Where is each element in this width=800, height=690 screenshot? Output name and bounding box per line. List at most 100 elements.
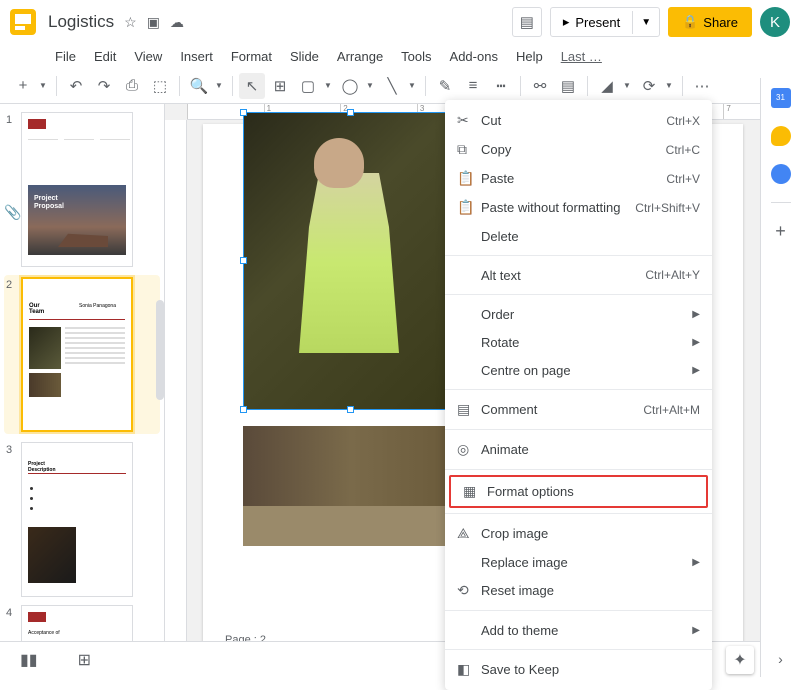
border-weight-button[interactable]: ≡ — [460, 73, 486, 99]
thumb-num: 3 — [6, 442, 21, 597]
ctx-centre[interactable]: Centre on page▶ — [445, 356, 712, 384]
print-button[interactable]: ⎙ — [119, 73, 145, 99]
present-label: Present — [575, 15, 620, 30]
thumb-num: 1 — [6, 112, 21, 267]
reset-dropdown[interactable]: ▼ — [662, 73, 676, 99]
menu-view[interactable]: View — [127, 47, 169, 66]
resize-handle[interactable] — [240, 109, 247, 116]
present-dropdown[interactable]: ▼ — [632, 11, 659, 34]
comment-button[interactable]: ▤ — [555, 73, 581, 99]
comment-icon: ▤ — [457, 401, 481, 418]
star-icon[interactable]: ☆ — [124, 14, 137, 31]
ctx-savekeep[interactable]: ◧Save to Keep — [445, 655, 712, 684]
image-2[interactable] — [243, 426, 459, 546]
new-slide-dropdown[interactable]: ▼ — [36, 73, 50, 99]
textbox-tool[interactable]: ⊞ — [267, 73, 293, 99]
more-button[interactable]: ⋯ — [689, 73, 715, 99]
thumb-title: Project Description — [28, 461, 56, 473]
grid-view-button[interactable]: ⊞ — [78, 650, 91, 670]
undo-button[interactable]: ↶ — [63, 73, 89, 99]
reset-image-button[interactable]: ⟳ — [636, 73, 662, 99]
resize-handle[interactable] — [240, 257, 247, 264]
menu-file[interactable]: File — [48, 47, 83, 66]
calendar-icon[interactable] — [771, 88, 791, 108]
zoom-dropdown[interactable]: ▼ — [212, 73, 226, 99]
format-options-icon: ▦ — [463, 483, 487, 500]
animate-icon: ◎ — [457, 441, 481, 458]
last-edit[interactable]: Last … — [554, 47, 609, 66]
tasks-icon[interactable] — [771, 164, 791, 184]
move-icon[interactable]: ▣ — [147, 14, 160, 31]
menu-insert[interactable]: Insert — [173, 47, 220, 66]
filmstrip[interactable]: 📎 1 Project Proposal 2 Our Team Sonia Pa… — [0, 104, 165, 664]
thumb-title: Project Proposal — [34, 195, 64, 212]
border-dash-button[interactable]: ┅ — [488, 73, 514, 99]
menu-slide[interactable]: Slide — [283, 47, 326, 66]
mask-dropdown[interactable]: ▼ — [620, 73, 634, 99]
new-slide-button[interactable]: + — [10, 73, 36, 99]
filmstrip-scrollbar[interactable] — [156, 300, 164, 400]
menu-help[interactable]: Help — [509, 47, 550, 66]
ctx-delete[interactable]: Delete — [445, 222, 712, 250]
present-button[interactable]: ▸Present ▼ — [550, 7, 660, 37]
shape-dropdown[interactable]: ▼ — [363, 73, 377, 99]
filmstrip-view-button[interactable]: ▮▮ — [20, 650, 38, 670]
link-button[interactable]: ⚯ — [527, 73, 553, 99]
mask-button[interactable]: ◢ — [594, 73, 620, 99]
thumb-2[interactable]: 2 Our Team Sonia Panagona — [4, 275, 160, 434]
ctx-addtheme[interactable]: Add to theme▶ — [445, 616, 712, 644]
line-dropdown[interactable]: ▼ — [405, 73, 419, 99]
share-button[interactable]: 🔒 Share — [668, 7, 752, 37]
ctx-crop[interactable]: ⟁Crop image — [445, 519, 712, 548]
menu-edit[interactable]: Edit — [87, 47, 123, 66]
resize-handle[interactable] — [240, 406, 247, 413]
menu-arrange[interactable]: Arrange — [330, 47, 390, 66]
ctx-alttext[interactable]: Alt textCtrl+Alt+Y — [445, 261, 712, 289]
slides-logo[interactable] — [10, 9, 36, 35]
ctx-paste[interactable]: 📋PasteCtrl+V — [445, 164, 712, 193]
thumb-4[interactable]: 4 Acceptance of — [6, 605, 158, 645]
thumb-3[interactable]: 3 Project Description — [6, 442, 158, 597]
image-tool[interactable]: ▢ — [295, 73, 321, 99]
border-color-button[interactable]: ✎ — [432, 73, 458, 99]
ctx-reset[interactable]: ⟲Reset image — [445, 576, 712, 605]
avatar[interactable]: K — [760, 7, 790, 37]
line-tool[interactable]: ╲ — [379, 73, 405, 99]
shape-tool[interactable]: ◯ — [337, 73, 363, 99]
copy-icon: ⧉ — [457, 141, 481, 158]
image-dropdown[interactable]: ▼ — [321, 73, 335, 99]
redo-button[interactable]: ↷ — [91, 73, 117, 99]
thumb-1[interactable]: 1 Project Proposal — [6, 112, 158, 267]
ctx-comment[interactable]: ▤CommentCtrl+Alt+M — [445, 395, 712, 424]
comments-button[interactable]: ▤ — [512, 7, 542, 37]
menubar: File Edit View Insert Format Slide Arran… — [0, 44, 800, 68]
menu-addons[interactable]: Add-ons — [443, 47, 505, 66]
cut-icon: ✂ — [457, 112, 481, 129]
attachment-icon[interactable]: 📎 — [4, 204, 21, 221]
ctx-rotate[interactable]: Rotate▶ — [445, 328, 712, 356]
reset-icon: ⟲ — [457, 582, 481, 599]
collapse-panel-icon[interactable]: › — [778, 651, 783, 667]
resize-handle[interactable] — [347, 406, 354, 413]
ctx-order[interactable]: Order▶ — [445, 300, 712, 328]
keep-icon[interactable] — [771, 126, 791, 146]
title-area: Logistics ☆ ▣ ☁ — [48, 12, 512, 32]
select-tool[interactable]: ↖ — [239, 73, 265, 99]
ctx-paste-wf[interactable]: 📋Paste without formattingCtrl+Shift+V — [445, 193, 712, 222]
explore-button[interactable]: ✦ — [726, 646, 754, 674]
selected-image[interactable] — [243, 112, 459, 410]
ctx-animate[interactable]: ◎Animate — [445, 435, 712, 464]
zoom-button[interactable]: 🔍 — [186, 73, 212, 99]
thumb-num: 4 — [6, 605, 21, 645]
ctx-copy[interactable]: ⧉CopyCtrl+C — [445, 135, 712, 164]
doc-title[interactable]: Logistics — [48, 12, 114, 32]
ctx-replace[interactable]: Replace image▶ — [445, 548, 712, 576]
menu-format[interactable]: Format — [224, 47, 279, 66]
menu-tools[interactable]: Tools — [394, 47, 438, 66]
cloud-icon[interactable]: ☁ — [170, 14, 184, 31]
paint-format-button[interactable]: ⬚ — [147, 73, 173, 99]
addons-plus-icon[interactable]: + — [775, 221, 786, 242]
ctx-cut[interactable]: ✂CutCtrl+X — [445, 106, 712, 135]
ctx-format-options[interactable]: ▦Format options — [451, 477, 706, 506]
resize-handle[interactable] — [347, 109, 354, 116]
